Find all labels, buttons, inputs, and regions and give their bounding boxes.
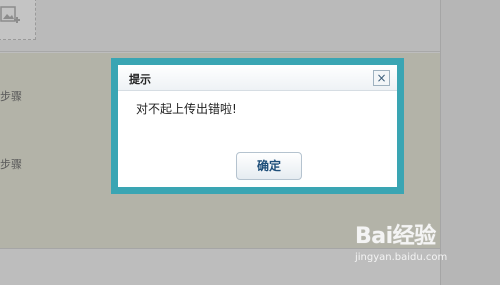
dialog-message: 对不起上传出错啦!	[136, 102, 237, 116]
step-label: 步骤	[0, 90, 22, 103]
upload-area	[0, 0, 440, 52]
alert-dialog: 提示 × 对不起上传出错啦! 确定	[118, 65, 397, 187]
watermark-url: jingyan.baidu.com	[355, 252, 448, 263]
ok-button[interactable]: 确定	[236, 152, 302, 180]
watermark-logo: Bai经验	[355, 224, 436, 249]
dialog-header: 提示 ×	[118, 65, 397, 91]
upload-box[interactable]	[0, 0, 36, 40]
close-button[interactable]: ×	[373, 70, 390, 86]
baidu-jingyan-watermark: Bai经验 jingyan.baidu.com	[355, 210, 495, 280]
add-image-icon	[0, 6, 20, 23]
dialog-title: 提示	[129, 73, 151, 86]
close-icon: ×	[376, 71, 387, 85]
dialog-frame: 提示 × 对不起上传出错啦! 确定	[111, 58, 404, 194]
step-label: 步骤	[0, 158, 22, 171]
